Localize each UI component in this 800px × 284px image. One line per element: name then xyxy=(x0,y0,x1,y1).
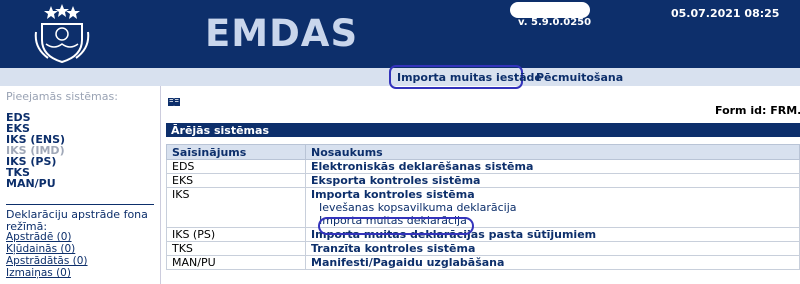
row-code: EKS xyxy=(166,173,306,188)
version-label: v. 5.9.0.0250 xyxy=(518,17,592,28)
redacted-area xyxy=(510,2,590,18)
column-header-name: Nosaukums xyxy=(305,144,800,160)
datetime-label: 05.07.2021 08:25 xyxy=(671,7,780,20)
table-row: IKS Importa kontroles sistēma Ievešanas … xyxy=(166,187,800,228)
external-systems-table: Saīsinājums Nosaukums EDS Elektroniskās … xyxy=(166,144,800,270)
external-systems-header: Ārējās sistēmas xyxy=(166,123,800,137)
table-row: EDS Elektroniskās deklarēšanas sistēma xyxy=(166,159,800,174)
link-errors[interactable]: Kļūdainās (0) xyxy=(6,243,88,255)
link-processing[interactable]: Apstrādē (0) xyxy=(6,231,88,243)
link-processed[interactable]: Apstrādātās (0) xyxy=(6,255,88,267)
table-row: IKS (PS) Importa muitas deklarācijas pas… xyxy=(166,227,800,242)
system-name-link[interactable]: Manifesti/Pagaidu uzglabāšana xyxy=(311,256,504,269)
panel-title: Ārējās sistēmas xyxy=(171,124,269,137)
background-processing-title: Deklarāciju apstrāde fona režīmā: xyxy=(6,208,148,233)
system-name-link[interactable]: Elektroniskās deklarēšanas sistēma xyxy=(311,160,533,173)
column-header-code: Saīsinājums xyxy=(166,144,306,160)
nav-item-import-customs[interactable]: Importa muitas iestāde xyxy=(397,71,542,84)
highlight-circle xyxy=(318,217,474,235)
table-row: EKS Eksporta kontroles sistēma xyxy=(166,173,800,188)
row-code: IKS xyxy=(166,187,306,228)
table-row: MAN/PU Manifesti/Pagaidu uzglabāšana xyxy=(166,255,800,270)
row-code: EDS xyxy=(166,159,306,174)
sidebar: Pieejamās sistēmas: EDS EKS IKS (ENS) IK… xyxy=(0,86,161,284)
systems-list: EDS EKS IKS (ENS) IKS (IMD) IKS (PS) TKS… xyxy=(6,112,65,189)
background-processing-links: Apstrādē (0) Kļūdainās (0) Apstrādātās (… xyxy=(6,231,88,279)
system-name-link[interactable]: Eksporta kontroles sistēma xyxy=(311,174,480,187)
app-header: EMDAS v. 5.9.0.0250 05.07.2021 08:25 xyxy=(0,0,800,68)
top-navigation: Importa muitas iestāde Pēcmuitošana xyxy=(0,65,800,89)
app-title: EMDAS xyxy=(205,12,359,55)
table-header-row: Saīsinājums Nosaukums xyxy=(166,144,800,160)
coat-of-arms-icon xyxy=(34,4,90,64)
available-systems-title: Pieejamās sistēmas: xyxy=(6,90,118,103)
sidebar-divider xyxy=(6,204,154,205)
sidebar-item-man-pu[interactable]: MAN/PU xyxy=(6,178,65,189)
table-row: TKS Tranzīta kontroles sistēma xyxy=(166,241,800,256)
form-id-label: Form id: FRM.KO xyxy=(715,104,800,117)
sub-item-entry-summary[interactable]: Ievešanas kopsavilkuma deklarācija xyxy=(311,201,794,214)
row-code: TKS xyxy=(166,241,306,256)
book-icon[interactable] xyxy=(168,97,180,106)
system-name-link[interactable]: Tranzīta kontroles sistēma xyxy=(311,242,475,255)
row-code: IKS (PS) xyxy=(166,227,306,242)
nav-item-post-clearance[interactable]: Pēcmuitošana xyxy=(536,71,623,84)
link-changes[interactable]: Izmaiņas (0) xyxy=(6,267,88,279)
system-name-link[interactable]: Importa kontroles sistēma xyxy=(311,188,475,201)
row-code: MAN/PU xyxy=(166,255,306,270)
